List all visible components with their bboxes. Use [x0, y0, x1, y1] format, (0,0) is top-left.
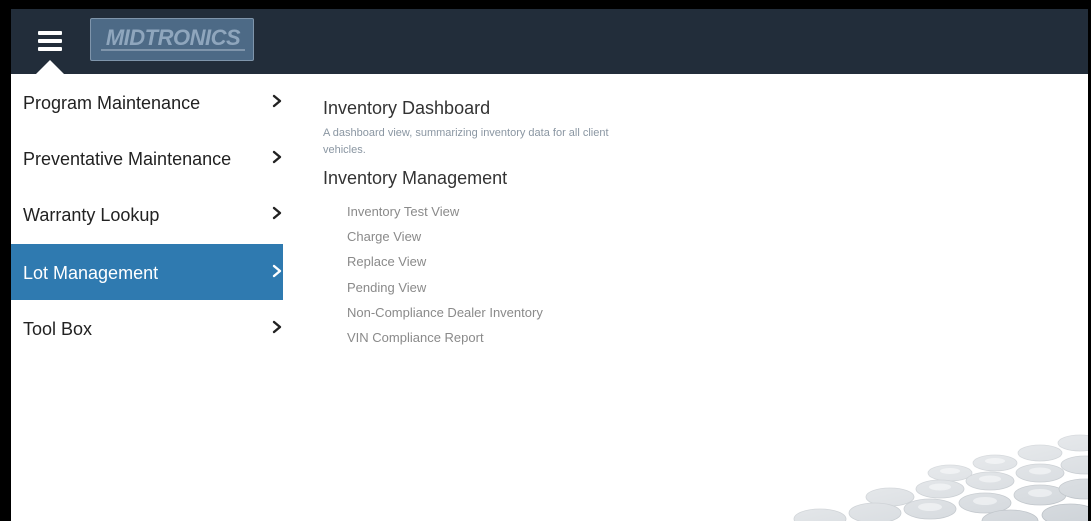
- sidebar-menu: Program Maintenance Preventative Mainten…: [11, 74, 283, 521]
- sidebar-item-warranty-lookup[interactable]: Warranty Lookup: [11, 186, 283, 242]
- chevron-right-icon: [272, 320, 282, 334]
- chevron-right-icon: [272, 206, 282, 220]
- sidebar-item-program-maintenance[interactable]: Program Maintenance: [11, 74, 283, 130]
- inventory-test-view-link[interactable]: Inventory Test View: [347, 204, 459, 219]
- parked-cars-background-image: [650, 415, 1088, 521]
- pending-view-link[interactable]: Pending View: [347, 280, 426, 295]
- sidebar-item-label: Preventative Maintenance: [23, 149, 232, 169]
- sidebar-item-lot-management[interactable]: Lot Management: [11, 244, 283, 300]
- vin-compliance-report-link[interactable]: VIN Compliance Report: [347, 330, 484, 345]
- sidebar-item-label: Tool Box: [23, 319, 93, 339]
- midtronics-logo[interactable]: MIDTRONICS: [90, 18, 254, 61]
- inventory-dashboard-link[interactable]: Inventory Dashboard: [323, 98, 490, 119]
- replace-view-link[interactable]: Replace View: [347, 254, 426, 269]
- chevron-right-icon: [272, 94, 282, 108]
- sidebar-item-label: Lot Management: [23, 263, 159, 283]
- chevron-right-icon: [272, 264, 282, 278]
- top-navigation-bar: MIDTRONICS: [11, 9, 1088, 74]
- hamburger-menu-icon[interactable]: [38, 31, 62, 51]
- chevron-right-icon: [272, 150, 282, 164]
- logo-underline: [101, 49, 245, 51]
- logo-text: MIDTRONICS: [105, 25, 241, 50]
- inventory-dashboard-description: A dashboard view, summarizing inventory …: [323, 127, 609, 156]
- sidebar-item-preventative-maintenance[interactable]: Preventative Maintenance: [11, 130, 283, 186]
- sidebar-item-tool-box[interactable]: Tool Box: [11, 300, 283, 356]
- sidebar-item-label: Warranty Lookup: [23, 205, 160, 225]
- charge-view-link[interactable]: Charge View: [347, 229, 421, 244]
- window-frame-top: [0, 0, 1091, 9]
- menu-open-caret-icon: [36, 60, 64, 74]
- sidebar-item-label: Program Maintenance: [23, 93, 201, 113]
- inventory-management-heading: Inventory Management: [323, 168, 508, 188]
- non-compliance-dealer-inventory-link[interactable]: Non-Compliance Dealer Inventory: [347, 305, 543, 320]
- window-frame-left: [0, 0, 11, 521]
